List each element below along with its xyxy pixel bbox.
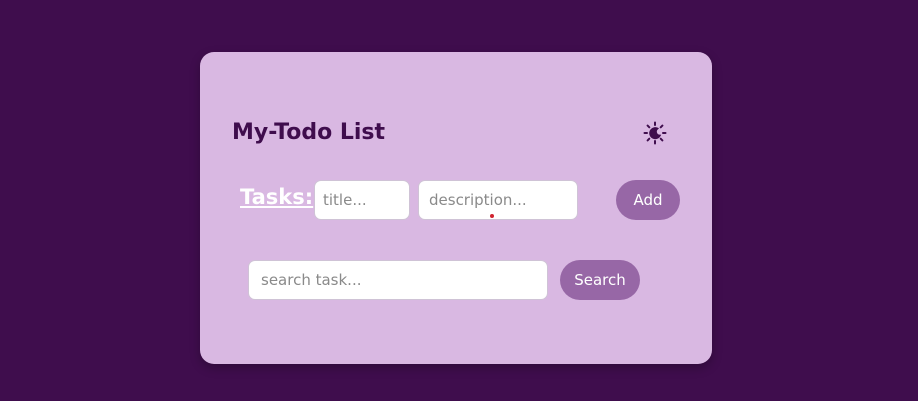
text-cursor-marker	[490, 214, 494, 218]
tasks-label: Tasks:	[240, 185, 314, 209]
page-title: My-Todo List	[232, 120, 386, 145]
task-title-input[interactable]	[314, 180, 410, 220]
task-description-input[interactable]	[418, 180, 578, 220]
search-input[interactable]	[248, 260, 548, 300]
sun-moon-icon	[643, 121, 667, 145]
todo-card: My-Todo List Tasks: Add Search	[200, 52, 712, 364]
add-task-button[interactable]: Add	[616, 180, 680, 220]
search-button[interactable]: Search	[560, 260, 640, 300]
theme-toggle-button[interactable]	[642, 120, 668, 146]
